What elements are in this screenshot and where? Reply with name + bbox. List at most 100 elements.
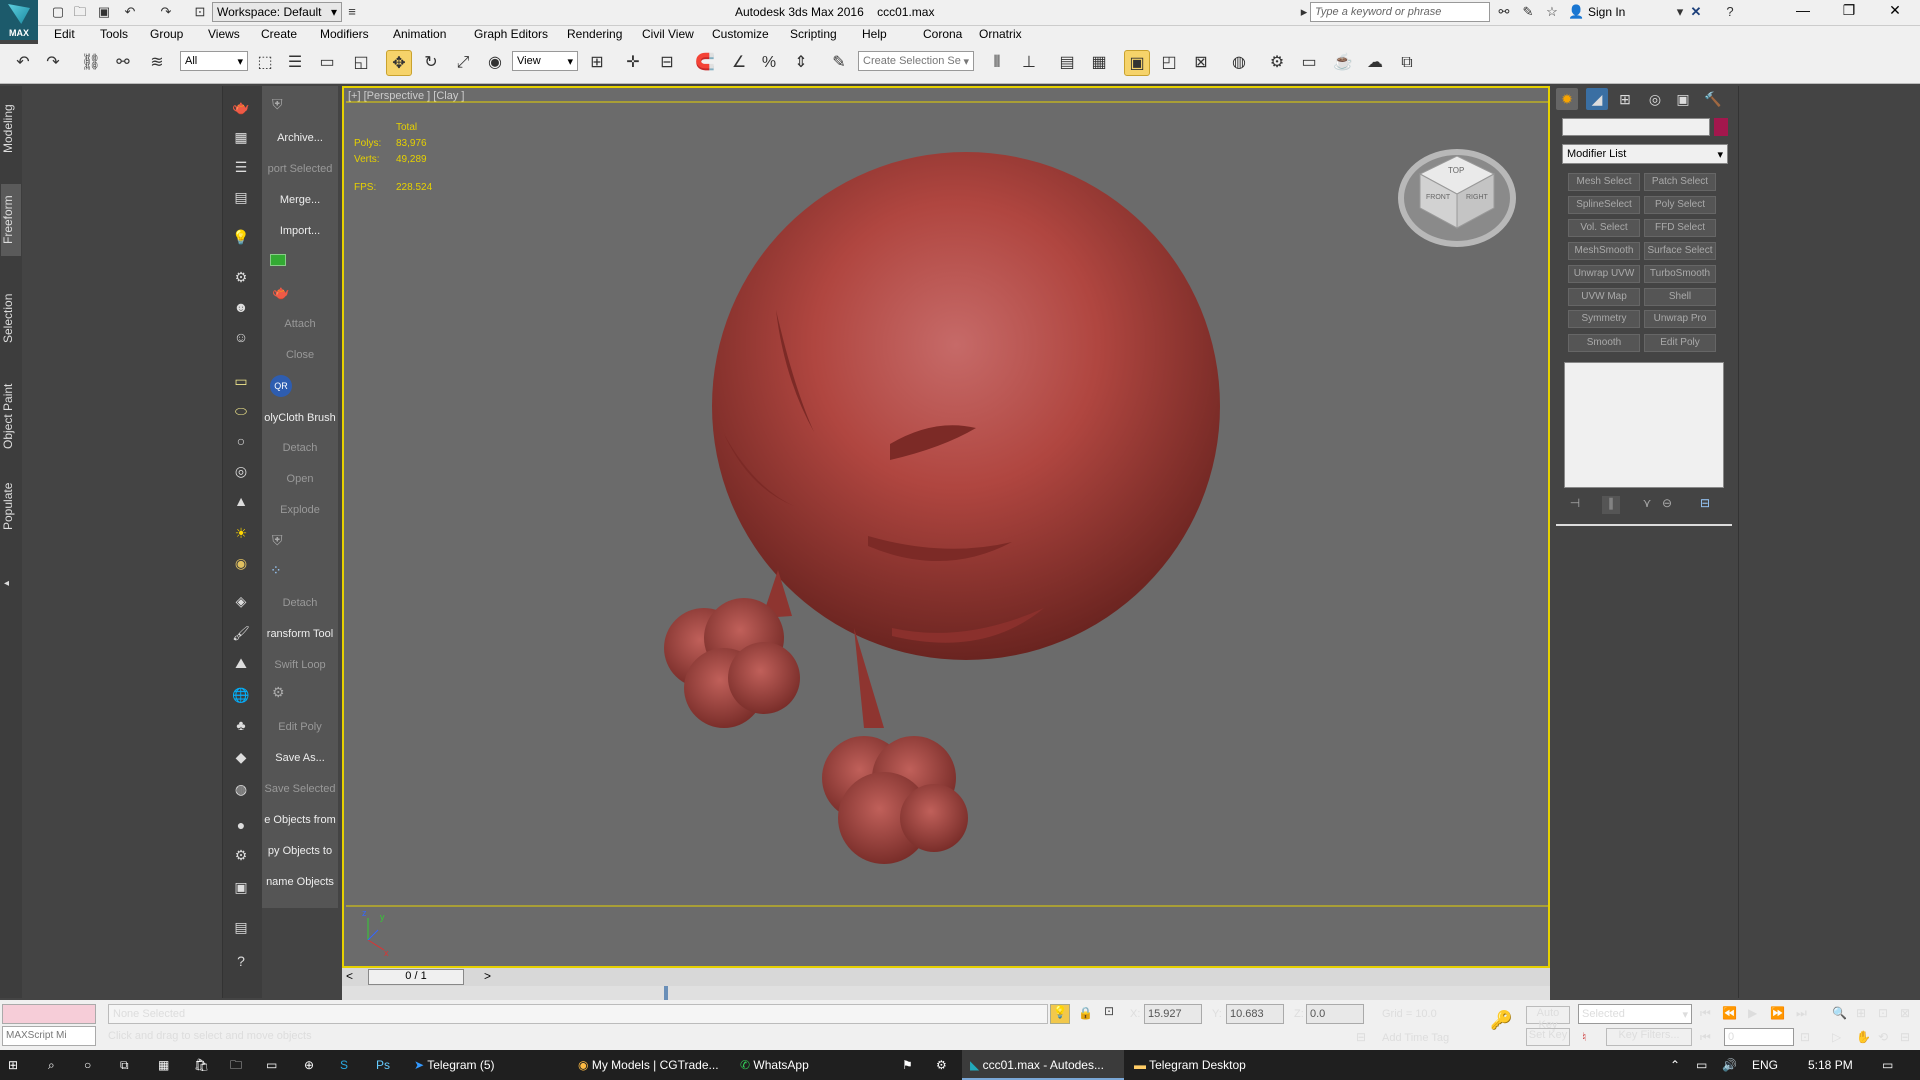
windows-start-icon[interactable]: ⊞: [0, 1050, 26, 1080]
selection-filter-dropdown[interactable]: All ▾: [180, 51, 248, 71]
quick-access-menu-icon[interactable]: ≡: [344, 4, 360, 20]
group-heads-icon[interactable]: ☺: [230, 326, 252, 348]
tab-populate[interactable]: Populate: [1, 476, 21, 536]
task-view-icon[interactable]: ⧉: [112, 1050, 137, 1080]
zoom-extents-all-icon[interactable]: ⊠: [1900, 1006, 1910, 1020]
select-and-rotate-icon[interactable]: ↻: [418, 50, 444, 76]
windows-ink-icon[interactable]: ⚑: [894, 1050, 921, 1080]
detach-button[interactable]: Detach: [262, 442, 338, 454]
time-prev-icon[interactable]: <: [346, 969, 353, 983]
select-object-icon[interactable]: ⬚: [252, 50, 278, 76]
play-icon[interactable]: ▶: [1748, 1006, 1757, 1020]
render-production-icon[interactable]: ☕: [1330, 50, 1356, 76]
menu-ornatrix[interactable]: Ornatrix: [979, 27, 1022, 41]
spline-select-button[interactable]: SplineSelect: [1568, 196, 1640, 214]
save-selected-button[interactable]: Save Selected: [262, 783, 338, 795]
sign-in-dropdown-icon[interactable]: ▾: [1672, 4, 1688, 20]
graphite-ribbon-icon[interactable]: ▦: [1086, 50, 1112, 76]
display-tab-icon[interactable]: ▣: [1672, 88, 1694, 110]
display-icon[interactable]: ▭: [258, 1050, 285, 1080]
fist-right[interactable]: [822, 736, 968, 864]
goto-end-icon[interactable]: ⏭: [1796, 1006, 1807, 1021]
bind-space-warp-icon[interactable]: ≋: [144, 50, 170, 76]
angle-snap-icon[interactable]: ∠: [726, 50, 752, 76]
menu-graph-editors[interactable]: Graph Editors: [474, 27, 548, 41]
new-file-icon[interactable]: ▢: [50, 4, 66, 20]
toggle-scene-explorer-icon[interactable]: ▣: [1124, 50, 1150, 76]
undo-icon[interactable]: ↶: [122, 4, 138, 20]
track-bar[interactable]: [342, 986, 1550, 1000]
binoculars-icon[interactable]: ⚯: [1496, 4, 1512, 20]
mountain-icon[interactable]: ⛰: [230, 652, 252, 674]
menu-group[interactable]: Group: [150, 27, 183, 41]
object-name-field[interactable]: [1562, 118, 1710, 136]
menu-corona[interactable]: Corona: [923, 27, 962, 41]
select-and-place-icon[interactable]: ◉: [482, 50, 508, 76]
show-end-result-icon[interactable]: ∥: [1602, 496, 1620, 514]
paint-icon[interactable]: 🖌: [230, 622, 252, 644]
shell-icon[interactable]: ◍: [230, 778, 252, 800]
menu-animation[interactable]: Animation: [393, 27, 446, 41]
minimize-icon[interactable]: —: [1788, 2, 1818, 22]
key-filters-button[interactable]: Key Filters...: [1606, 1028, 1692, 1046]
menu-civil-view[interactable]: Civil View: [642, 27, 694, 41]
y-coordinate-field[interactable]: 10.683: [1226, 1004, 1284, 1024]
merge-objects-from-button[interactable]: e Objects from: [262, 814, 338, 826]
sun-icon[interactable]: ☀: [230, 522, 252, 544]
selection-lock-icon[interactable]: 🔒: [1078, 1006, 1093, 1020]
exchange-icon[interactable]: ✕: [1688, 4, 1704, 20]
z-coordinate-field[interactable]: 0.0: [1306, 1004, 1364, 1024]
sign-in-button[interactable]: Sign In: [1588, 5, 1625, 19]
explode-button[interactable]: Explode: [262, 504, 338, 516]
store-icon[interactable]: 🛍: [186, 1050, 217, 1080]
project-folder-icon[interactable]: ⊡: [192, 4, 208, 20]
material-editor-icon[interactable]: ◍: [1226, 50, 1252, 76]
zoom-icon[interactable]: 🔍: [1832, 1006, 1847, 1020]
modifier-list-dropdown[interactable]: Modifier List ▾: [1562, 144, 1728, 164]
cortana-icon[interactable]: ○: [76, 1050, 99, 1080]
named-selection-sets-dropdown[interactable]: Create Selection Se ▾: [858, 51, 974, 71]
sphere-icon[interactable]: ○: [230, 430, 252, 452]
polycloth-brush-button[interactable]: olyCloth Brush: [262, 412, 338, 424]
orbit-icon[interactable]: ⟲: [1878, 1030, 1888, 1044]
rename-objects-button[interactable]: name Objects: [262, 876, 338, 888]
settings-gear-icon[interactable]: ⚙: [928, 1050, 955, 1080]
target-icon[interactable]: ◉: [230, 552, 252, 574]
align-icon[interactable]: ⊥: [1016, 50, 1042, 76]
render-iterative-icon[interactable]: ☁: [1362, 50, 1388, 76]
key-mode-toggle-icon[interactable]: ⏮: [1700, 1030, 1711, 1045]
mirror-icon[interactable]: ⫴: [984, 50, 1010, 76]
ribbon-expand-icon[interactable]: ◂: [4, 578, 9, 589]
layer-manager-icon[interactable]: ▤: [1054, 50, 1080, 76]
unwrap-uvw-button[interactable]: Unwrap UVW: [1568, 265, 1640, 283]
grass-icon[interactable]: ♣: [230, 714, 252, 736]
make-unique-icon[interactable]: ⋎: [1638, 496, 1656, 514]
render-in-cloud-icon[interactable]: ⧉: [1394, 50, 1420, 76]
zoom-extents-icon[interactable]: ⊡: [1878, 1006, 1888, 1020]
edit-poly-modifier-button[interactable]: Edit Poly: [1644, 334, 1716, 352]
unlink-icon[interactable]: ⚯: [110, 50, 136, 76]
select-and-scale-icon[interactable]: ⤢: [450, 50, 476, 76]
schematic-view-icon[interactable]: ⊠: [1188, 50, 1214, 76]
favorites-star-icon[interactable]: ☆: [1544, 4, 1560, 20]
search-icon[interactable]: ⌕: [40, 1050, 63, 1080]
cone-icon[interactable]: ▲: [230, 490, 252, 512]
uvw-map-button[interactable]: UVW Map: [1568, 288, 1640, 306]
symmetry-button[interactable]: Symmetry: [1568, 310, 1640, 328]
ball-icon[interactable]: ●: [230, 814, 252, 836]
menu-views[interactable]: Views: [208, 27, 240, 41]
plane-icon[interactable]: ▭: [230, 370, 252, 392]
field-of-view-icon[interactable]: ▷: [1832, 1030, 1841, 1044]
turbosmooth-button[interactable]: TurboSmooth: [1644, 265, 1716, 283]
menu-create[interactable]: Create: [261, 27, 297, 41]
redo-icon[interactable]: ↷: [40, 50, 66, 76]
list-icon[interactable]: ☰: [230, 156, 252, 178]
edit-named-selection-icon[interactable]: ✎: [826, 50, 852, 76]
restore-icon[interactable]: ❐: [1834, 2, 1864, 22]
vol-select-button[interactable]: Vol. Select: [1568, 219, 1640, 237]
rendered-frame-window-icon[interactable]: ▭: [1296, 50, 1322, 76]
modifier-stack[interactable]: [1564, 362, 1724, 488]
select-and-move-icon[interactable]: ✥: [386, 50, 412, 76]
torus-icon[interactable]: ◎: [230, 460, 252, 482]
fist-left[interactable]: [664, 598, 800, 728]
